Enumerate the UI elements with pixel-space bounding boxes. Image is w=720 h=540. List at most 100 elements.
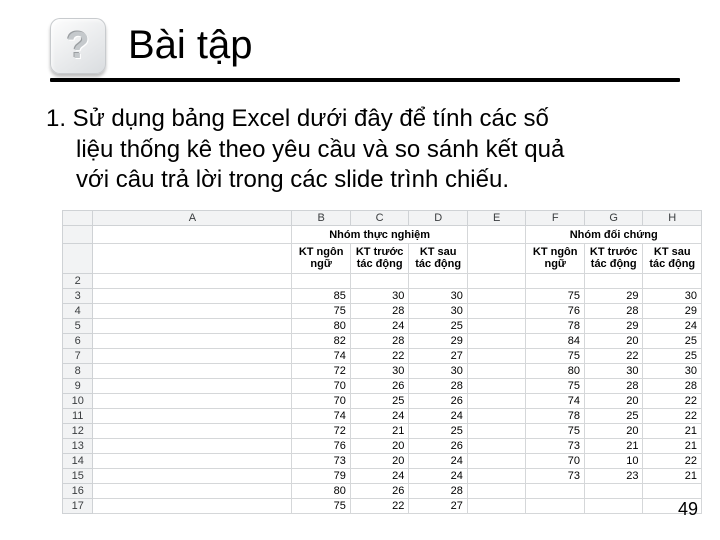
table-row: 11742424782522 — [63, 409, 702, 424]
cell: 85 — [292, 289, 351, 304]
cell-A — [93, 364, 292, 379]
excel-screenshot: A B C D E F G H Nhóm thực nghiệm Nhóm đố… — [62, 210, 702, 514]
cell: 29 — [584, 289, 643, 304]
cell: 22 — [350, 499, 409, 514]
row-num — [63, 244, 93, 274]
col-E: E — [467, 211, 526, 226]
row-num: 10 — [63, 394, 93, 409]
cell-A — [93, 274, 292, 289]
cell: 73 — [526, 439, 585, 454]
cell: 20 — [584, 424, 643, 439]
table-row: 8723030803030 — [63, 364, 702, 379]
cell — [467, 289, 526, 304]
cell — [467, 349, 526, 364]
cell: 10 — [584, 454, 643, 469]
sub-header-1: KT trước tác động — [350, 244, 409, 274]
cell: 70 — [292, 379, 351, 394]
cell-A — [93, 454, 292, 469]
cell: 21 — [643, 469, 702, 484]
row-num: 5 — [63, 319, 93, 334]
excel-grid: A B C D E F G H Nhóm thực nghiệm Nhóm đố… — [62, 210, 702, 514]
col-D: D — [409, 211, 468, 226]
cell-A — [93, 319, 292, 334]
cell: 30 — [409, 304, 468, 319]
cell — [643, 274, 702, 289]
cell: 74 — [292, 409, 351, 424]
cell — [467, 439, 526, 454]
cell: 74 — [292, 349, 351, 364]
cell — [526, 499, 585, 514]
sub-header-2: KT sau tác động — [409, 244, 468, 274]
cell: 26 — [350, 484, 409, 499]
cell: 24 — [409, 469, 468, 484]
row-num: 3 — [63, 289, 93, 304]
cell: 25 — [643, 349, 702, 364]
cell: 30 — [643, 289, 702, 304]
cell: 25 — [409, 424, 468, 439]
cell: 30 — [409, 289, 468, 304]
title-underline — [50, 78, 680, 82]
table-row: 14732024701022 — [63, 454, 702, 469]
sub-header-0: KT ngôn ngữ — [292, 244, 351, 274]
cell: 29 — [409, 334, 468, 349]
cell: 21 — [350, 424, 409, 439]
cell: 20 — [350, 439, 409, 454]
cell: 75 — [292, 304, 351, 319]
table-row: 15792424732321 — [63, 469, 702, 484]
cell: 73 — [526, 469, 585, 484]
cell: 29 — [643, 304, 702, 319]
body-line-3: với câu trả lời trong các slide trình ch… — [46, 165, 674, 196]
row-num: 14 — [63, 454, 93, 469]
cell: 82 — [292, 334, 351, 349]
cell — [526, 484, 585, 499]
row-num: 2 — [63, 274, 93, 289]
cell: 24 — [409, 409, 468, 424]
cell: 75 — [292, 499, 351, 514]
cell-A — [93, 304, 292, 319]
grid-body: KT ngôn ngữKT trước tác độngKT sau tác đ… — [63, 244, 702, 514]
table-row: 10702526742022 — [63, 394, 702, 409]
cell: 29 — [584, 319, 643, 334]
cell: 28 — [643, 379, 702, 394]
sub-header-row: KT ngôn ngữKT trước tác độngKT sau tác đ… — [63, 244, 702, 274]
row-num: 8 — [63, 364, 93, 379]
cell — [467, 454, 526, 469]
cell — [467, 424, 526, 439]
cell: 27 — [409, 499, 468, 514]
cell: 21 — [643, 424, 702, 439]
cell — [467, 394, 526, 409]
cell: 20 — [584, 394, 643, 409]
cell-A — [93, 349, 292, 364]
cell: 26 — [409, 439, 468, 454]
table-row: 17752227 — [63, 499, 702, 514]
group-header-row: Nhóm thực nghiệm Nhóm đối chứng — [63, 226, 702, 244]
sub-A — [93, 244, 292, 274]
cell-A — [93, 409, 292, 424]
cell: 23 — [584, 469, 643, 484]
col-H: H — [643, 211, 702, 226]
cell: 24 — [643, 319, 702, 334]
cell-A — [93, 289, 292, 304]
sub-header-3 — [467, 244, 526, 274]
cell-A — [93, 469, 292, 484]
cell: 80 — [292, 484, 351, 499]
cell — [584, 274, 643, 289]
page-number: 49 — [678, 499, 698, 520]
cell: 30 — [350, 289, 409, 304]
sub-header-6: KT sau tác động — [643, 244, 702, 274]
table-row: 4752830762829 — [63, 304, 702, 319]
cell — [467, 304, 526, 319]
cell: 84 — [526, 334, 585, 349]
table-row: 3853030752930 — [63, 289, 702, 304]
corner-cell — [63, 211, 93, 226]
cell: 72 — [292, 424, 351, 439]
cell — [409, 274, 468, 289]
cell — [467, 379, 526, 394]
group-control: Nhóm đối chứng — [526, 226, 702, 244]
cell: 75 — [526, 424, 585, 439]
cell: 28 — [409, 484, 468, 499]
cell: 21 — [643, 439, 702, 454]
cell: 79 — [292, 469, 351, 484]
cell: 28 — [350, 304, 409, 319]
cell: 30 — [643, 364, 702, 379]
